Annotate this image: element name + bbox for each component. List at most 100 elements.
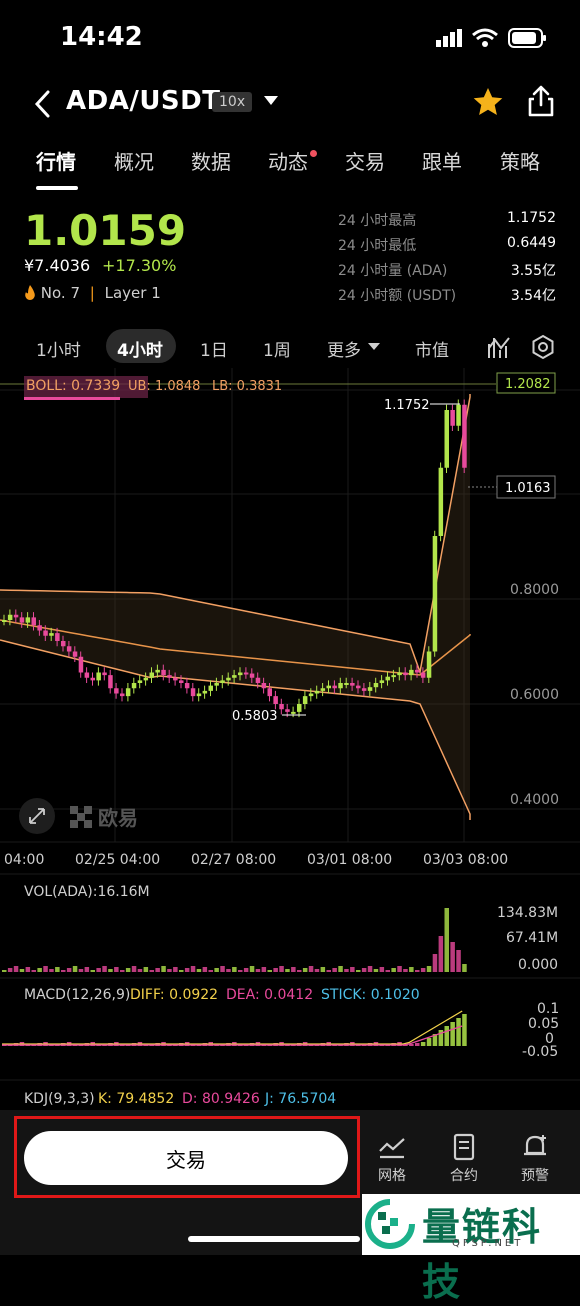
tf-1d[interactable]: 1日: [200, 336, 228, 361]
volume-bar: [102, 966, 107, 972]
boll-lb-value: LB: 0.3831: [212, 379, 282, 394]
candle: [426, 651, 432, 678]
macd-diff-line: [2, 1010, 463, 1045]
volume-bar: [149, 970, 154, 972]
volume-bar: [249, 966, 255, 972]
volume-bar: [415, 970, 420, 972]
volume-bar: [291, 967, 296, 972]
candle: [409, 669, 414, 676]
tf-more[interactable]: 更多: [327, 336, 361, 361]
volume-bar: [444, 908, 449, 972]
vol-axis-1: 67.41M: [506, 930, 558, 946]
tab-copy[interactable]: 跟单: [422, 146, 462, 175]
back-icon[interactable]: [28, 86, 58, 122]
volume-bar: [90, 970, 95, 972]
candle: [125, 688, 131, 697]
kdj-d: D: 80.9426: [182, 1091, 260, 1107]
current-price-label: 1.0163: [505, 481, 551, 496]
home-indicator: [188, 1236, 360, 1242]
macd-bar: [415, 1043, 420, 1046]
volume-bar: [137, 969, 143, 972]
candle: [202, 690, 208, 694]
price-chart[interactable]: 1.1752 0.5803 1.2082 1.0163 0.8000 0.600…: [0, 368, 580, 1110]
volume-bar: [279, 966, 284, 972]
tf-4h[interactable]: 4小时: [117, 336, 163, 361]
stat-vol-label: 24 小时量 (ADA): [338, 263, 448, 279]
grid-button[interactable]: 网格: [362, 1133, 422, 1185]
volume-bar: [238, 970, 243, 972]
candle: [302, 696, 308, 704]
candle: [462, 404, 467, 468]
candle: [179, 680, 184, 683]
tf-mcap[interactable]: 市值: [415, 336, 449, 361]
volume-bar: [55, 967, 60, 972]
volume-bar: [308, 966, 314, 972]
volume-bar: [131, 966, 137, 972]
star-icon[interactable]: [472, 86, 504, 118]
tf-1w[interactable]: 1周: [263, 336, 291, 361]
chevron-down-icon[interactable]: [264, 96, 278, 105]
candle: [438, 467, 444, 536]
tf-1h[interactable]: 1小时: [36, 336, 81, 361]
candle: [7, 614, 13, 620]
volume-bar: [403, 969, 408, 972]
volume-bar: [261, 967, 267, 972]
settings-icon[interactable]: [530, 334, 556, 360]
stat-high-label: 24 小时最高: [338, 213, 417, 229]
volume-bar: [226, 969, 231, 972]
candle: [314, 690, 320, 694]
volume-bar: [31, 970, 36, 972]
rank: No. 7: [40, 284, 80, 302]
volume-bar: [332, 968, 337, 972]
volume-bar: [125, 968, 131, 972]
candle: [285, 709, 290, 712]
stat-vol-value: 3.55亿: [510, 263, 556, 279]
candle: [273, 696, 278, 704]
watermark-logo-icon: [365, 1199, 415, 1249]
candle: [31, 617, 36, 626]
tab-news[interactable]: 动态: [268, 146, 308, 175]
macd-dea: DEA: 0.0412: [226, 987, 313, 1003]
volume-bar: [202, 967, 208, 972]
candle: [120, 693, 125, 697]
indicator-icon[interactable]: [486, 334, 512, 360]
fire-icon: [25, 285, 35, 300]
share-icon[interactable]: [526, 84, 556, 118]
watermark-sub: QFSP.NET: [452, 1238, 524, 1249]
contract-button[interactable]: 合约: [434, 1133, 494, 1185]
volume-bar: [285, 969, 290, 972]
volume-bar: [108, 969, 113, 972]
tab-trade[interactable]: 交易: [345, 146, 385, 175]
candle: [96, 672, 101, 681]
candle: [184, 683, 190, 689]
price-change: +17.30%: [102, 256, 177, 275]
candle: [373, 683, 379, 688]
volume-bar: [344, 969, 349, 972]
pair-title[interactable]: ADA/USDT: [66, 86, 220, 116]
tab-strategy[interactable]: 策略: [500, 146, 540, 175]
volume-bar: [426, 966, 432, 972]
candle: [72, 651, 78, 657]
volume-bar: [179, 970, 184, 972]
tab-indicator: [36, 186, 78, 190]
date-label-3: 03/01 08:00: [307, 852, 392, 868]
more-caret-icon: [368, 343, 380, 350]
candle: [90, 677, 95, 681]
high-marker: 1.1752: [384, 398, 430, 413]
candle: [456, 404, 461, 426]
tab-market[interactable]: 行情: [36, 146, 76, 175]
alert-button[interactable]: 预警: [505, 1133, 565, 1185]
candle: [391, 675, 396, 678]
tab-data[interactable]: 数据: [191, 146, 231, 175]
volume-bars: [2, 908, 467, 972]
volume-bar: [72, 966, 78, 972]
candle: [450, 410, 455, 426]
macd-bar: [420, 1042, 426, 1046]
candle: [220, 680, 225, 683]
layer-tag[interactable]: Layer 1: [105, 284, 161, 302]
candle: [238, 672, 243, 676]
date-label-4: 03/03 08:00: [423, 852, 508, 868]
candle: [25, 617, 31, 623]
tab-overview[interactable]: 概况: [114, 146, 154, 175]
volume-bar: [273, 968, 278, 972]
